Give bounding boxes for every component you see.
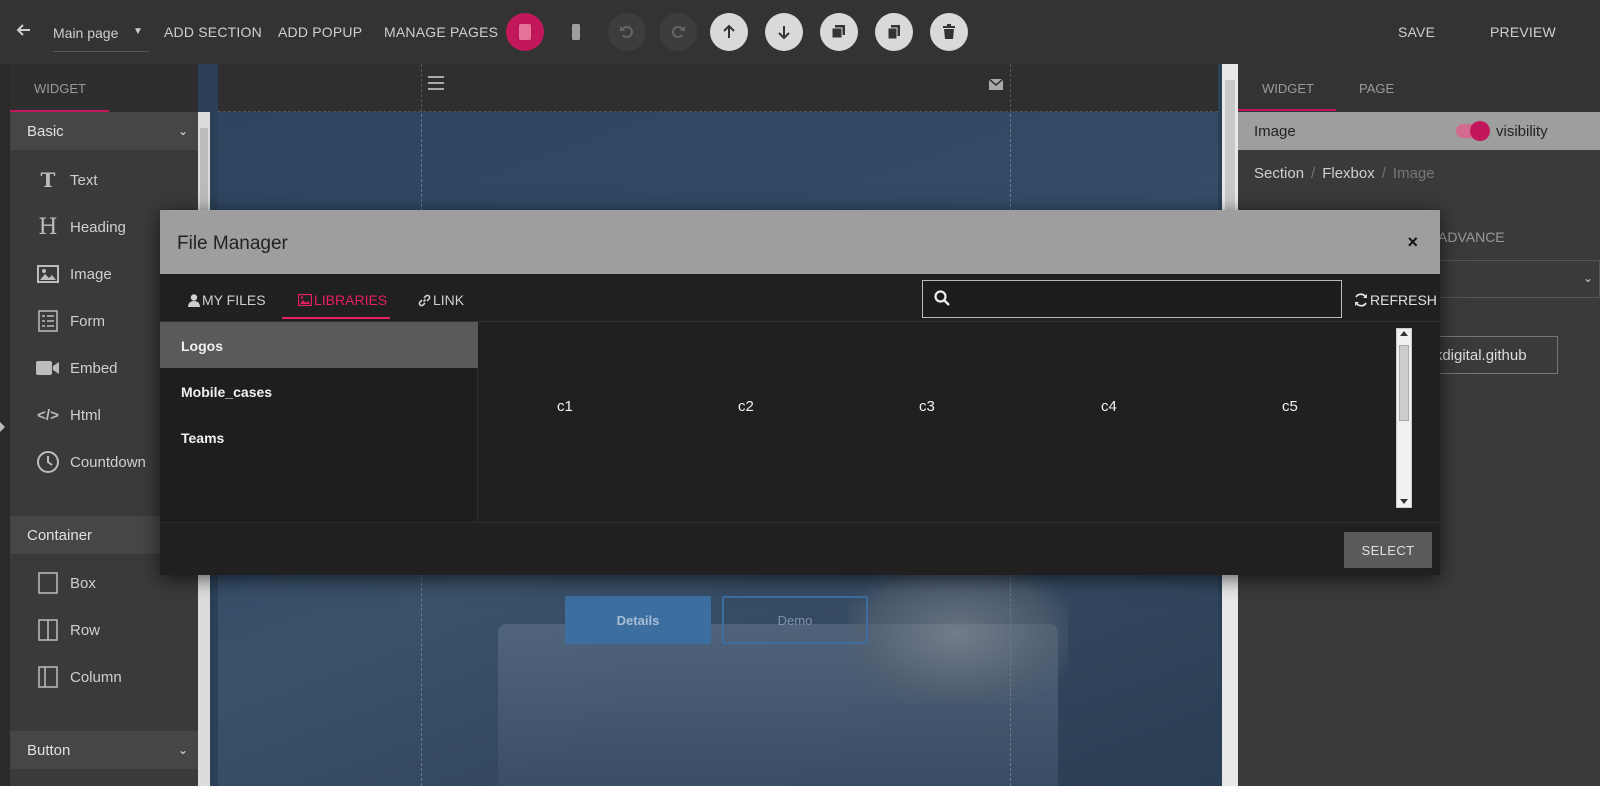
- select-button[interactable]: SELECT: [1344, 532, 1432, 568]
- file-manager-modal: File Manager × MY FILES LIBRARIES LINK R…: [160, 210, 1440, 575]
- folder-label: Logos: [181, 338, 223, 354]
- files-scrollbar[interactable]: [1396, 328, 1412, 508]
- tab-my-files[interactable]: MY FILES: [188, 292, 266, 308]
- search-input[interactable]: [959, 287, 1329, 311]
- file-item[interactable]: c5: [1282, 398, 1298, 415]
- select-button-label: SELECT: [1361, 542, 1415, 558]
- divider: [160, 522, 1440, 523]
- tab-my-files-label: MY FILES: [202, 292, 266, 308]
- scroll-thumb[interactable]: [1399, 345, 1409, 421]
- file-item[interactable]: c2: [738, 398, 754, 415]
- scroll-down-icon[interactable]: [1400, 499, 1408, 504]
- tab-libraries-label: LIBRARIES: [314, 292, 388, 308]
- file-item[interactable]: c4: [1101, 398, 1117, 415]
- file-item[interactable]: c3: [919, 398, 935, 415]
- folder-label: Mobile_cases: [181, 384, 273, 400]
- link-icon: [418, 294, 431, 306]
- tab-link-label: LINK: [433, 292, 465, 308]
- active-tab-underline: [282, 317, 390, 319]
- search-icon: [934, 290, 950, 311]
- refresh-button[interactable]: REFRESH: [1354, 292, 1437, 308]
- image-icon: [298, 294, 312, 306]
- user-icon: [188, 293, 200, 307]
- folder-item-teams[interactable]: Teams: [160, 414, 478, 460]
- folder-item-mobile-cases[interactable]: Mobile_cases: [160, 368, 478, 414]
- search-field[interactable]: [922, 280, 1342, 318]
- folder-list: Logos Mobile_cases Teams: [160, 322, 478, 522]
- folder-item-logos[interactable]: Logos: [160, 322, 478, 368]
- tab-link[interactable]: LINK: [418, 292, 464, 308]
- modal-header: File Manager ×: [160, 210, 1440, 274]
- folder-label: Teams: [181, 430, 225, 446]
- scroll-up-icon[interactable]: [1400, 331, 1408, 336]
- modal-title: File Manager: [177, 233, 288, 254]
- file-item[interactable]: c1: [557, 398, 573, 415]
- refresh-icon: [1355, 293, 1367, 307]
- tab-libraries[interactable]: LIBRARIES: [298, 292, 387, 308]
- close-icon[interactable]: ×: [1407, 232, 1418, 253]
- refresh-label: REFRESH: [1370, 292, 1437, 308]
